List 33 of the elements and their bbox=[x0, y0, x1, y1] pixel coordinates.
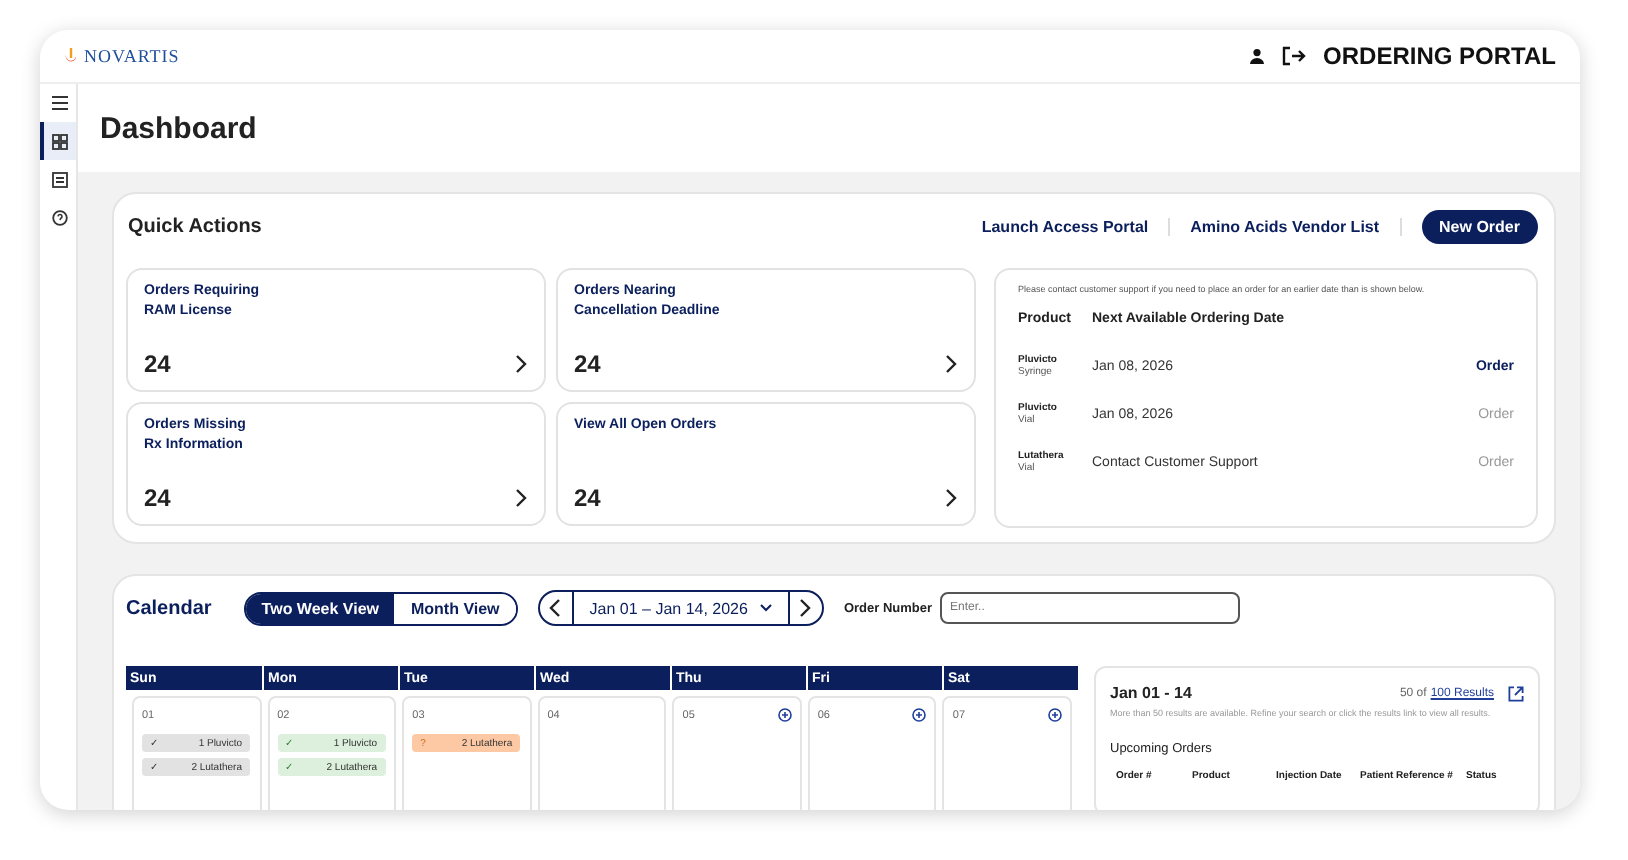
results-range: Jan 01 - 14 bbox=[1110, 684, 1192, 702]
chevron-right-icon bbox=[944, 488, 958, 508]
flame-logo-icon bbox=[64, 46, 78, 66]
section-title: Calendar bbox=[126, 597, 212, 619]
page-title: Dashboard bbox=[100, 111, 257, 145]
external-link-icon[interactable] bbox=[1508, 685, 1524, 701]
caret-icon bbox=[759, 604, 772, 612]
section-title: Quick Actions bbox=[126, 216, 262, 238]
list-icon bbox=[52, 171, 68, 187]
tile-count: 24 bbox=[144, 350, 171, 378]
tile-count: 24 bbox=[574, 350, 601, 378]
view-toggle[interactable]: Two Week View bbox=[245, 593, 395, 623]
logout-icon[interactable] bbox=[1281, 46, 1306, 66]
new-order-button[interactable]: New Order bbox=[1421, 210, 1538, 244]
portal-title: ORDERING PORTAL bbox=[1323, 42, 1556, 70]
brand-name: NOVARTIS bbox=[84, 46, 180, 66]
user-icon[interactable] bbox=[1249, 48, 1264, 64]
chevron-right-icon bbox=[514, 354, 528, 374]
add-icon[interactable] bbox=[1047, 708, 1062, 722]
tile-count: 24 bbox=[144, 484, 171, 512]
chevron-left-icon bbox=[548, 598, 563, 618]
header-link[interactable]: Launch Access Portal bbox=[961, 218, 1171, 236]
add-icon[interactable] bbox=[777, 708, 792, 722]
add-icon[interactable] bbox=[912, 708, 927, 722]
chevron-right-icon bbox=[944, 354, 958, 374]
tile-count: 24 bbox=[574, 484, 601, 512]
grid-icon bbox=[52, 133, 68, 149]
header-link[interactable]: Amino Acids Vendor List bbox=[1170, 218, 1402, 236]
chevron-right-icon bbox=[514, 488, 528, 508]
menu-icon bbox=[52, 96, 68, 110]
sidebar-item[interactable] bbox=[40, 122, 76, 160]
help-icon bbox=[52, 209, 68, 225]
chevron-right-icon bbox=[798, 598, 813, 618]
